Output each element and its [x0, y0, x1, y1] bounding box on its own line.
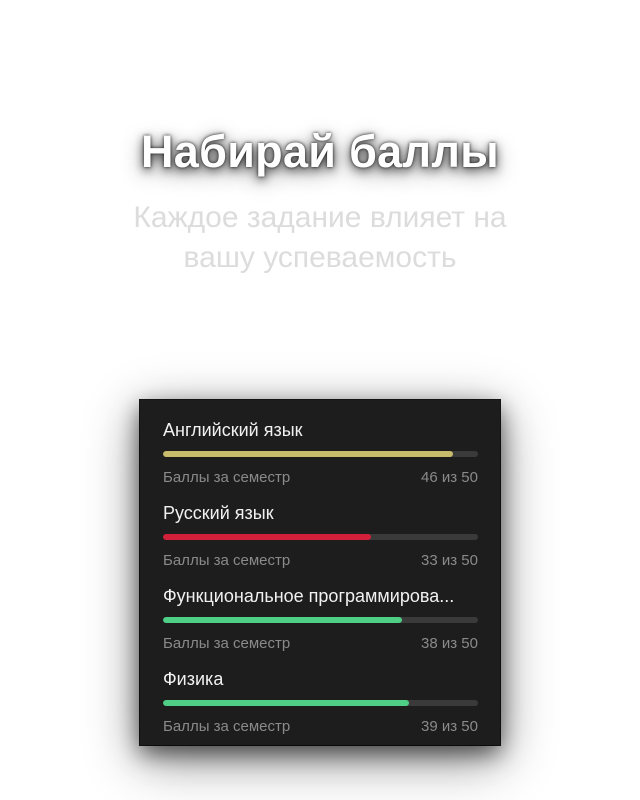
subject-name: Функциональное программирова...	[163, 586, 455, 606]
semester-points-label: Баллы за семестр	[163, 552, 291, 569]
score-progress-fill	[163, 617, 403, 623]
score-value: 33 из 50	[421, 552, 478, 569]
headline-subtitle: Каждое задание влияет на вашу успеваемос…	[133, 201, 507, 274]
onboarding-screen: Набирай баллы Каждое задание влияет на в…	[0, 0, 640, 800]
score-progress-track	[163, 700, 478, 706]
score-progress-fill	[163, 700, 409, 706]
score-value: 46 из 50	[421, 469, 478, 486]
score-progress-track	[163, 617, 478, 623]
subject-name: Русский язык	[163, 503, 274, 523]
score-progress-fill	[163, 534, 371, 540]
subject-name: Английский язык	[163, 420, 303, 440]
semester-points-label: Баллы за семестр	[163, 469, 291, 486]
score-value: 39 из 50	[421, 718, 478, 735]
score-progress-track	[163, 534, 478, 540]
score-progress-fill	[163, 451, 453, 457]
headline-title: Набирай баллы	[141, 126, 499, 177]
semester-points-label: Баллы за семестр	[163, 718, 291, 735]
semester-points-label: Баллы за семестр	[163, 635, 291, 652]
subject-name: Физика	[163, 669, 224, 689]
score-progress-track	[163, 451, 478, 457]
grades-preview-card: Английский язык Баллы за семестр 46 из 5…	[140, 400, 500, 745]
score-value: 38 из 50	[421, 635, 478, 652]
